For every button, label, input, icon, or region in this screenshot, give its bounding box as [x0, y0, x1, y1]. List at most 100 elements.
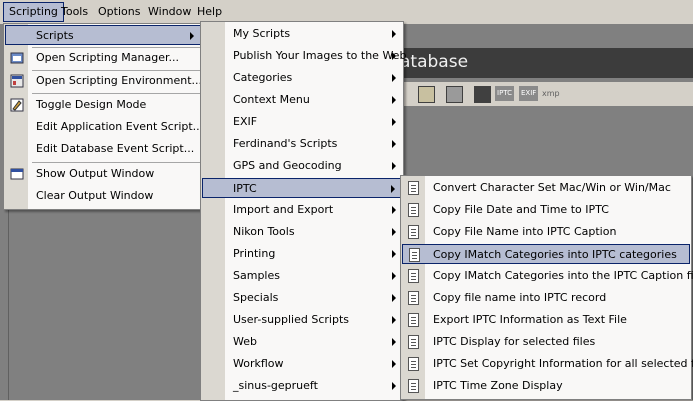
submenu-item-specials[interactable]: Specials — [202, 288, 402, 308]
menu-item-label: Copy file name into IPTC record — [433, 291, 607, 304]
menu-item-label: Copy IMatch Categories into IPTC categor… — [433, 248, 677, 261]
menu-item-open-scripting-environment[interactable]: Open Scripting Environment... — [5, 71, 202, 91]
menu-item-scripts[interactable]: Scripts — [5, 25, 201, 45]
submenu-arrow-icon — [392, 52, 396, 60]
submenu-item-ferdinands-scripts[interactable]: Ferdinand's Scripts — [202, 134, 402, 154]
menu-item-label: Edit Application Event Script... — [36, 120, 204, 133]
toolbar-icon-a[interactable] — [418, 86, 435, 103]
script-document-icon — [408, 291, 419, 305]
iptc-item-copy-file-name-record[interactable]: Copy file name into IPTC record — [402, 288, 690, 308]
iptc-toolbar-button[interactable]: IPTC — [495, 86, 515, 101]
scripts-submenu: My Scripts Publish Your Images to the We… — [200, 21, 406, 401]
menu-item-label: Categories — [233, 71, 293, 84]
submenu-arrow-icon — [392, 294, 396, 302]
design-mode-icon — [10, 98, 24, 112]
menu-item-label: Scripts — [36, 29, 74, 42]
menu-item-label: Ferdinand's Scripts — [233, 137, 338, 150]
menu-item-open-scripting-manager[interactable]: Open Scripting Manager... — [5, 48, 201, 68]
menu-item-label: IPTC Time Zone Display — [433, 379, 563, 392]
submenu-arrow-icon — [392, 74, 396, 82]
submenu-arrow-icon — [392, 162, 396, 170]
submenu-item-iptc[interactable]: IPTC — [202, 178, 402, 198]
submenu-arrow-icon — [392, 206, 396, 214]
submenu-arrow-icon — [392, 118, 396, 126]
submenu-item-categories[interactable]: Categories — [202, 68, 402, 88]
submenu-arrow-icon — [392, 228, 396, 236]
submenu-item-samples[interactable]: Samples — [202, 266, 402, 286]
xmp-toolbar-button[interactable]: xmp — [542, 86, 560, 101]
menu-item-label: Copy IMatch Categories into the IPTC Cap… — [433, 269, 693, 282]
scripting-environment-icon — [10, 74, 24, 88]
submenu-item-sinus-geprueft[interactable]: _sinus-geprueft — [202, 376, 402, 396]
workspace-area — [400, 108, 693, 176]
iptc-item-time-zone[interactable]: IPTC Time Zone Display — [402, 376, 690, 396]
menu-item-clear-output-window[interactable]: Clear Output Window — [5, 186, 201, 206]
submenu-arrow-icon — [392, 338, 396, 346]
submenu-arrow-icon — [392, 96, 396, 104]
menu-help[interactable]: Help — [192, 3, 227, 21]
menu-separator — [32, 162, 200, 163]
submenu-item-web[interactable]: Web — [202, 332, 402, 352]
submenu-item-user-supplied-scripts[interactable]: User-supplied Scripts — [202, 310, 402, 330]
menu-item-label: Specials — [233, 291, 279, 304]
submenu-arrow-icon — [391, 185, 395, 193]
menu-separator — [32, 93, 200, 94]
menu-item-edit-application-event-script[interactable]: Edit Application Event Script... — [5, 117, 204, 137]
iptc-item-copy-file-date[interactable]: Copy File Date and Time to IPTC — [402, 200, 690, 220]
menu-window[interactable]: Window — [143, 3, 196, 21]
menu-item-label: Show Output Window — [36, 167, 155, 180]
submenu-item-import-export[interactable]: Import and Export — [202, 200, 402, 220]
submenu-item-nikon-tools[interactable]: Nikon Tools — [202, 222, 402, 242]
menu-item-label: Clear Output Window — [36, 189, 154, 202]
exif-toolbar-button[interactable]: EXIF — [519, 86, 539, 101]
menu-item-label: Edit Database Event Script... — [36, 142, 195, 155]
submenu-arrow-icon — [392, 360, 396, 368]
submenu-item-gps-geocoding[interactable]: GPS and Geocoding — [202, 156, 402, 176]
submenu-item-context-menu[interactable]: Context Menu — [202, 90, 402, 110]
menu-options[interactable]: Options — [93, 3, 145, 21]
submenu-item-exif[interactable]: EXIF — [202, 112, 402, 132]
menu-item-label: Open Scripting Manager... — [36, 51, 179, 64]
script-document-icon — [408, 335, 419, 349]
submenu-arrow-icon — [392, 316, 396, 324]
script-document-icon — [409, 248, 420, 262]
iptc-item-export-text[interactable]: Export IPTC Information as Text File — [402, 310, 690, 330]
menu-item-label: Publish Your Images to the Web — [233, 49, 407, 62]
script-document-icon — [408, 379, 419, 393]
menu-item-toggle-design-mode[interactable]: Toggle Design Mode — [5, 95, 201, 115]
menu-item-show-output-window[interactable]: Show Output Window — [5, 164, 201, 184]
menu-item-label: Import and Export — [233, 203, 334, 216]
iptc-item-set-copyright[interactable]: IPTC Set Copyright Information for all s… — [402, 354, 693, 374]
script-document-icon — [408, 203, 419, 217]
database-title: atabase — [400, 52, 469, 72]
menu-item-label: My Scripts — [233, 27, 291, 40]
iptc-item-convert-charset[interactable]: Convert Character Set Mac/Win or Win/Mac — [402, 178, 690, 198]
menu-scripting[interactable]: Scripting — [3, 2, 64, 22]
submenu-item-my-scripts[interactable]: My Scripts — [202, 24, 402, 44]
menu-item-label: IPTC Display for selected files — [433, 335, 596, 348]
script-document-icon — [408, 225, 419, 239]
submenu-item-printing[interactable]: Printing — [202, 244, 402, 264]
submenu-item-publish-web[interactable]: Publish Your Images to the Web — [202, 46, 406, 66]
iptc-item-display-selected[interactable]: IPTC Display for selected files — [402, 332, 690, 352]
toolbar-icon-c[interactable] — [474, 86, 491, 103]
iptc-item-copy-categories[interactable]: Copy IMatch Categories into IPTC categor… — [402, 244, 690, 264]
submenu-arrow-icon — [190, 32, 194, 40]
menu-item-label: Samples — [233, 269, 280, 282]
script-document-icon — [408, 181, 419, 195]
menu-item-edit-database-event-script[interactable]: Edit Database Event Script... — [5, 139, 201, 159]
left-panel — [8, 210, 204, 400]
menu-item-label: Copy File Name into IPTC Caption — [433, 225, 617, 238]
iptc-submenu: Convert Character Set Mac/Win or Win/Mac… — [400, 175, 693, 400]
script-document-icon — [408, 269, 419, 283]
menu-item-label: Convert Character Set Mac/Win or Win/Mac — [433, 181, 671, 194]
menu-item-label: Context Menu — [233, 93, 310, 106]
submenu-item-workflow[interactable]: Workflow — [202, 354, 402, 374]
submenu-arrow-icon — [392, 382, 396, 390]
toolbar-icon-b[interactable] — [446, 86, 463, 103]
menu-tools[interactable]: Tools — [56, 3, 93, 21]
script-document-icon — [408, 313, 419, 327]
iptc-item-copy-file-name-caption[interactable]: Copy File Name into IPTC Caption — [402, 222, 690, 242]
iptc-item-copy-categories-caption[interactable]: Copy IMatch Categories into the IPTC Cap… — [402, 266, 693, 286]
script-document-icon — [408, 357, 419, 371]
